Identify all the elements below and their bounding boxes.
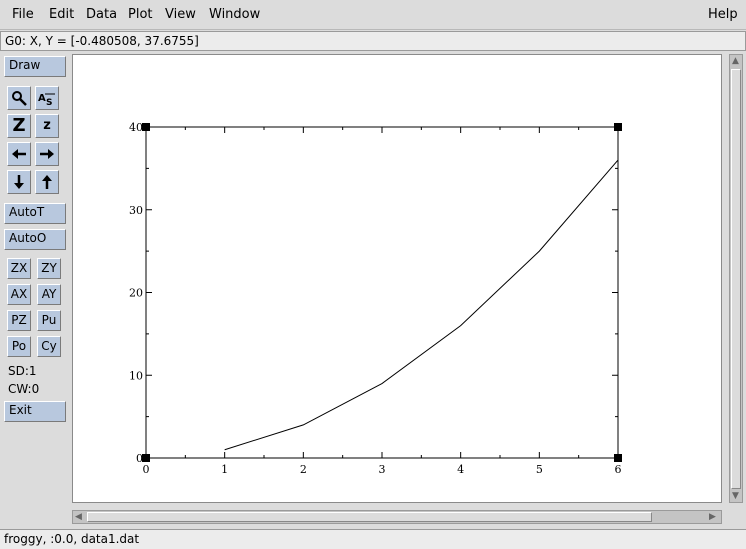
status-bar: froggy, :0.0, data1.dat: [0, 529, 746, 549]
horizontal-scroll-thumb[interactable]: [87, 512, 652, 522]
toolbar: Draw AS Z z AutoT AutoO ZX ZY AX AY PZ P…: [0, 52, 70, 528]
ax-button[interactable]: AX: [7, 284, 31, 305]
plot-canvas[interactable]: 0 1 2 3 4 5 6 0 10 20 30 40: [72, 54, 722, 503]
scroll-right-button[interactable]: [35, 142, 59, 166]
menu-bar: File Edit Data Plot View Window Help: [0, 0, 746, 30]
vertical-scrollbar[interactable]: ▲ ▼: [729, 54, 743, 503]
zoom-button[interactable]: [7, 86, 31, 110]
pu-button[interactable]: Pu: [37, 310, 61, 331]
zoom-out-icon: z: [43, 118, 51, 133]
x-tick-label: 1: [221, 463, 228, 476]
menu-plot[interactable]: Plot: [128, 7, 153, 22]
scroll-up-arrow-icon[interactable]: ▲: [732, 56, 739, 66]
series-line: [224, 159, 619, 451]
zx-button[interactable]: ZX: [7, 258, 31, 279]
exit-button[interactable]: Exit: [4, 401, 66, 422]
vertical-scroll-thumb[interactable]: [731, 69, 741, 489]
current-world-label: CW:0: [8, 382, 40, 396]
menu-help[interactable]: Help: [708, 7, 738, 22]
y-tick-label: 40: [129, 121, 143, 134]
menu-file[interactable]: File: [12, 7, 34, 22]
y-tick-label: 30: [129, 204, 143, 217]
pz-button[interactable]: PZ: [7, 310, 31, 331]
zoom-in-button[interactable]: Z: [7, 114, 31, 138]
draw-button[interactable]: Draw: [4, 56, 66, 77]
arrow-right-icon: [40, 149, 54, 159]
x-tick-label: 0: [143, 463, 150, 476]
y-tick-label: 20: [129, 287, 143, 300]
plot-frame: [145, 126, 619, 459]
scroll-left-arrow-icon[interactable]: ◀: [75, 512, 82, 522]
horizontal-scrollbar[interactable]: ◀ ▶: [72, 510, 722, 524]
zoom-out-button[interactable]: z: [35, 114, 59, 138]
zoom-icon: [12, 91, 27, 106]
menu-edit[interactable]: Edit: [49, 7, 74, 22]
autoo-button[interactable]: AutoO: [4, 229, 66, 250]
x-tick-label: 3: [379, 463, 386, 476]
scroll-down-arrow-icon[interactable]: ▼: [732, 491, 739, 501]
y-tick-label: 10: [129, 369, 143, 382]
arrow-left-icon: [12, 149, 26, 159]
x-tick-label: 6: [615, 463, 622, 476]
x-tick-label: 4: [457, 463, 464, 476]
arrow-down-icon: [14, 175, 24, 189]
scroll-down-button[interactable]: [7, 170, 31, 194]
arrow-up-icon: [42, 175, 52, 189]
menu-window[interactable]: Window: [209, 7, 260, 22]
y-tick-label: 0: [136, 452, 143, 465]
po-button[interactable]: Po: [7, 336, 31, 357]
autoscale-text-button[interactable]: AS: [35, 86, 59, 110]
corner-handle: [614, 123, 622, 131]
line-chart: 0 1 2 3 4 5 6 0 10 20 30 40: [129, 121, 622, 476]
corner-handle: [142, 454, 150, 462]
set-display-label: SD:1: [8, 364, 37, 378]
x-tick-label: 5: [536, 463, 543, 476]
menu-view[interactable]: View: [165, 7, 196, 22]
locator-display: G0: X, Y = [-0.480508, 37.6755]: [0, 31, 746, 51]
svg-text:S: S: [46, 98, 52, 106]
scroll-left-button[interactable]: [7, 142, 31, 166]
ay-button[interactable]: AY: [37, 284, 61, 305]
scroll-right-arrow-icon[interactable]: ▶: [709, 512, 716, 522]
autoscale-text-icon: AS: [38, 93, 55, 106]
autot-button[interactable]: AutoT: [4, 203, 66, 224]
svg-text:A: A: [38, 93, 46, 104]
scroll-up-button[interactable]: [35, 170, 59, 194]
zy-button[interactable]: ZY: [37, 258, 61, 279]
menu-data[interactable]: Data: [86, 7, 117, 22]
corner-handle: [142, 123, 150, 131]
x-tick-label: 2: [300, 463, 307, 476]
corner-handle: [614, 454, 622, 462]
cy-button[interactable]: Cy: [37, 336, 61, 357]
zoom-in-icon: Z: [12, 115, 26, 136]
